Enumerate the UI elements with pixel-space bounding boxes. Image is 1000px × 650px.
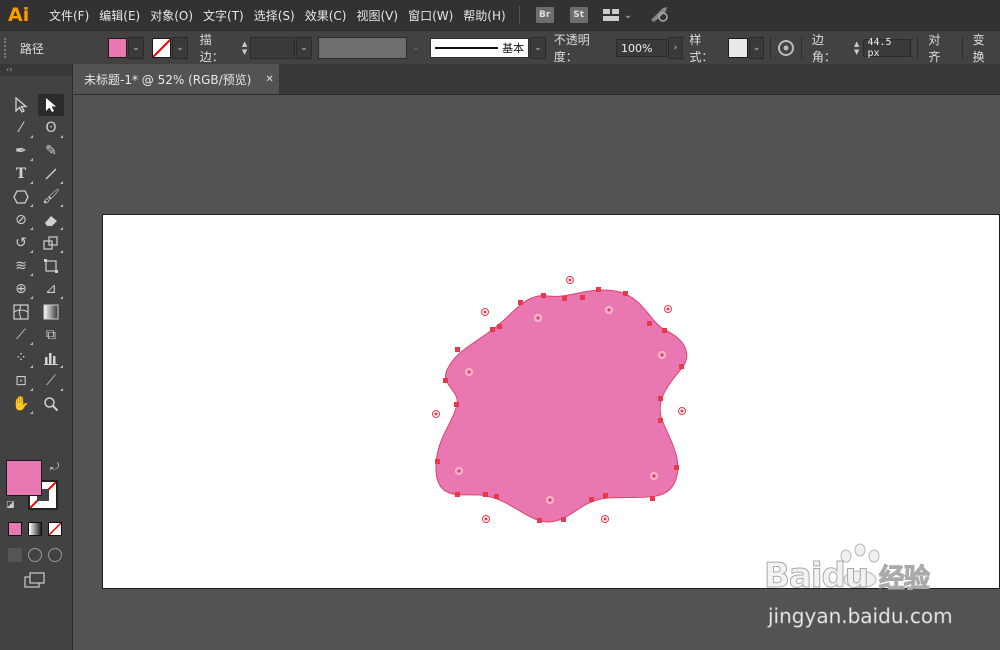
corner-widget[interactable] [481, 308, 489, 316]
anchor-point[interactable] [490, 327, 495, 332]
corner-widget[interactable] [546, 496, 554, 504]
anchor-point[interactable] [435, 459, 440, 464]
watermark-brand-en: Baidu [763, 556, 869, 597]
anchor-point[interactable] [623, 291, 628, 296]
anchor-point[interactable] [580, 295, 585, 300]
anchor-point[interactable] [679, 364, 684, 369]
watermark-url: jingyan.baidu.com [768, 604, 953, 629]
corner-widget[interactable] [664, 305, 672, 313]
anchor-point[interactable] [537, 518, 542, 523]
anchor-point[interactable] [647, 321, 652, 326]
anchor-point[interactable] [658, 418, 663, 423]
corner-widget[interactable] [678, 407, 686, 415]
anchor-point[interactable] [562, 296, 567, 301]
anchor-point[interactable] [455, 347, 460, 352]
anchor-point[interactable] [603, 493, 608, 498]
anchor-point[interactable] [454, 402, 459, 407]
corner-widget[interactable] [605, 306, 613, 314]
corner-widget[interactable] [650, 472, 658, 480]
corner-widget[interactable] [658, 351, 666, 359]
anchor-point[interactable] [658, 396, 663, 401]
anchor-point[interactable] [455, 492, 460, 497]
watermark-brand-cn: 经验 [878, 564, 930, 595]
corner-widget[interactable] [601, 515, 609, 523]
anchor-point[interactable] [650, 496, 655, 501]
baidu-watermark: Baidu 经验 jingyan.baidu.com [760, 542, 1000, 634]
corner-widget[interactable] [455, 467, 463, 475]
anchor-point[interactable] [483, 492, 488, 497]
corner-widget[interactable] [465, 368, 473, 376]
corner-widget[interactable] [482, 515, 490, 523]
anchor-point[interactable] [596, 287, 601, 292]
anchor-point[interactable] [494, 494, 499, 499]
anchor-point[interactable] [662, 328, 667, 333]
corner-widget[interactable] [432, 410, 440, 418]
anchor-point[interactable] [518, 300, 523, 305]
watermark-brand: Baidu 经验 [763, 556, 930, 597]
corner-widget[interactable] [534, 314, 542, 322]
anchor-point[interactable] [443, 378, 448, 383]
anchor-point[interactable] [497, 324, 502, 329]
anchor-point[interactable] [589, 497, 594, 502]
anchor-point[interactable] [541, 293, 546, 298]
anchor-point[interactable] [561, 517, 566, 522]
anchor-point[interactable] [674, 465, 679, 470]
corner-widget[interactable] [566, 276, 574, 284]
